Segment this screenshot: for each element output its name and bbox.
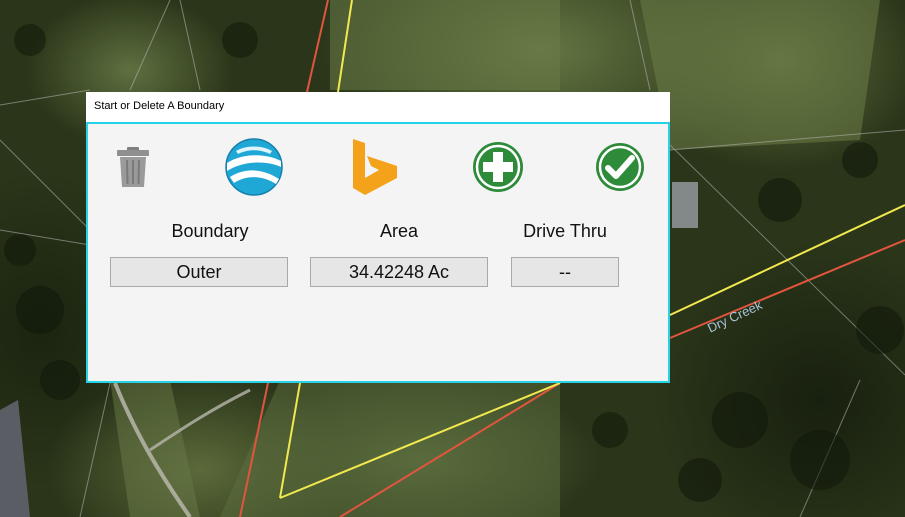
drive-thru-label: Drive Thru [523, 221, 607, 241]
plus-circle-icon [472, 141, 524, 193]
boundary-value[interactable]: Outer [110, 257, 288, 287]
boundary-dialog: Start or Delete A Boundary Boundary Area… [86, 92, 670, 383]
checkmark-circle-icon [595, 142, 645, 192]
bing-icon [351, 138, 399, 196]
drive-thru-value[interactable]: -- [511, 257, 619, 287]
bing-maps-button[interactable] [345, 137, 405, 197]
trash-icon [115, 146, 151, 188]
area-value: 34.42248 Ac [310, 257, 488, 287]
boundary-label: Boundary [171, 221, 249, 241]
dialog-titlebar[interactable]: Start or Delete A Boundary [86, 92, 670, 122]
dialog-title: Start or Delete A Boundary [94, 100, 225, 112]
google-earth-button[interactable] [224, 137, 284, 197]
area-label: Area [379, 221, 419, 241]
delete-boundary-button[interactable] [103, 137, 163, 197]
google-earth-icon [224, 137, 284, 197]
confirm-button[interactable] [590, 137, 650, 197]
dialog-content: Boundary Area Drive Thru Outer 34.42248 … [86, 122, 670, 383]
add-boundary-button[interactable] [468, 137, 528, 197]
